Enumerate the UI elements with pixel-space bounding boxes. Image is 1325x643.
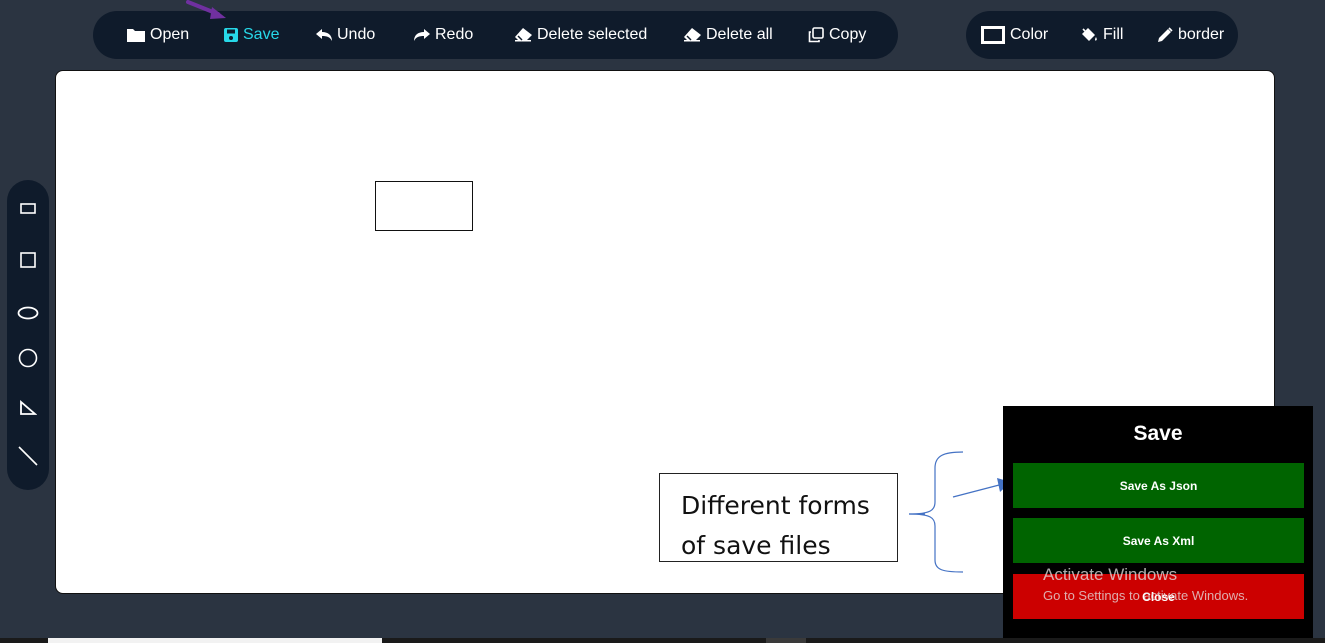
delete-all-button[interactable]: Delete all: [683, 11, 773, 59]
copy-icon: [808, 27, 824, 43]
delete-selected-label: Delete selected: [537, 26, 648, 43]
redo-arrow-icon: [414, 28, 430, 42]
color-label: Color: [1010, 26, 1049, 43]
delete-all-label: Delete all: [706, 26, 773, 43]
callout-text: Different forms of save files: [681, 491, 870, 560]
shape-palette: [7, 180, 49, 490]
save-as-json-button[interactable]: Save As Json: [1013, 463, 1304, 508]
color-swatch-icon: [981, 26, 1005, 44]
square-tool[interactable]: [7, 240, 49, 280]
delete-selected-button[interactable]: Delete selected: [514, 11, 647, 59]
undo-button[interactable]: Undo: [316, 11, 375, 59]
save-button[interactable]: Save: [224, 11, 279, 59]
border-button[interactable]: border: [1157, 11, 1224, 59]
taskbar: [0, 638, 1325, 643]
undo-label: Undo: [337, 26, 376, 43]
paint-bucket-icon: [1080, 27, 1098, 43]
drawn-rectangle[interactable]: [375, 181, 473, 231]
save-dialog: Save Save As Json Save As Xml Close: [1003, 406, 1313, 643]
save-as-xml-button[interactable]: Save As Xml: [1013, 518, 1304, 563]
annotation-callout: Different forms of save files: [659, 473, 898, 562]
brace-annotation-icon: [908, 451, 1011, 573]
circle-tool[interactable]: [7, 338, 49, 378]
line-icon: [18, 446, 38, 466]
copy-label: Copy: [829, 26, 867, 43]
eraser-icon: [683, 28, 701, 42]
line-tool[interactable]: [7, 436, 49, 476]
border-label: border: [1178, 26, 1225, 43]
annotation-arrow-icon: [186, 0, 226, 19]
redo-label: Redo: [435, 26, 474, 43]
save-dialog-title: Save: [1133, 422, 1183, 445]
triangle-tool[interactable]: [7, 388, 49, 428]
style-toolbar: Color Fill border: [966, 11, 1238, 59]
close-button[interactable]: Close: [1013, 574, 1304, 619]
fill-button[interactable]: Fill: [1080, 11, 1123, 59]
pencil-icon: [1157, 27, 1173, 43]
save-label: Save: [243, 26, 280, 43]
ellipse-tool[interactable]: [7, 293, 49, 333]
fill-label: Fill: [1103, 26, 1124, 43]
folder-icon: [127, 28, 145, 42]
rectangle-icon: [20, 203, 36, 214]
square-icon: [20, 252, 36, 268]
rectangle-tool[interactable]: [7, 188, 49, 228]
circle-icon: [18, 348, 38, 368]
open-button[interactable]: Open: [127, 11, 189, 59]
taskbar-search-box[interactable]: [48, 638, 382, 643]
ellipse-icon: [17, 306, 39, 320]
floppy-disk-icon: [224, 28, 238, 42]
eraser-icon: [514, 28, 532, 42]
undo-arrow-icon: [316, 28, 332, 42]
copy-button[interactable]: Copy: [808, 11, 866, 59]
triangle-icon: [20, 400, 37, 415]
taskbar-item[interactable]: [766, 638, 806, 643]
redo-button[interactable]: Redo: [414, 11, 473, 59]
color-button[interactable]: Color: [981, 11, 1048, 59]
